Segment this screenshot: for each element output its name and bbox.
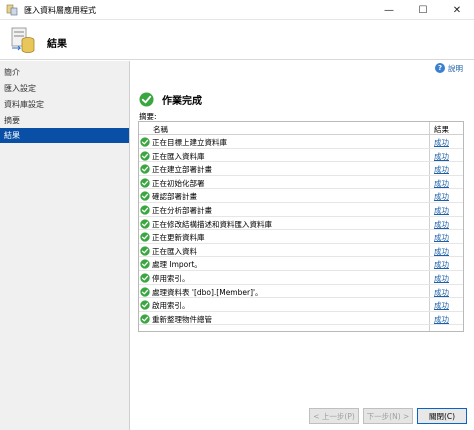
row-result-link[interactable]: 成功 xyxy=(434,246,449,257)
row-name: 重新整理物件總管 xyxy=(152,314,212,324)
sidebar-item-summary[interactable]: 摘要 xyxy=(0,113,129,128)
success-check-icon xyxy=(140,314,150,324)
close-button[interactable]: ✕ xyxy=(440,0,474,20)
table-header: 名稱 結果 xyxy=(139,122,463,135)
window-title: 匯入資料層應用程式 xyxy=(24,6,96,15)
page-header: 結果 xyxy=(0,20,474,60)
status-title: 作業完成 xyxy=(162,96,202,107)
success-check-icon xyxy=(140,137,150,147)
page-title: 結果 xyxy=(47,39,67,50)
results-table: 名稱 結果 正在目標上建立資料庫 成功 正在匯入資料庫 成功 正在建立部署計畫 成功 正在初… xyxy=(138,121,464,332)
row-name: 啟用索引。 xyxy=(152,301,190,311)
success-check-icon xyxy=(140,286,150,297)
table-row: 正在初始化部署 成功 xyxy=(139,176,463,190)
operation-status: 作業完成 xyxy=(139,92,202,107)
row-name: 處理資料表 '[dbo].[Member]'。 xyxy=(152,287,263,297)
minimize-button[interactable]: — xyxy=(372,0,406,20)
row-result-link[interactable]: 成功 xyxy=(434,205,449,216)
database-import-icon xyxy=(11,27,35,53)
wizard-footer: < 上一步(P) 下一步(N) > 關閉(C) xyxy=(130,398,474,430)
table-row: 確認部署計畫 成功 xyxy=(139,189,463,203)
row-name: 正在匯入資料庫 xyxy=(152,151,205,161)
row-result-link[interactable]: 成功 xyxy=(434,314,449,325)
maximize-button[interactable]: ☐ xyxy=(406,0,440,20)
row-result-link[interactable]: 成功 xyxy=(434,191,449,202)
row-name: 處理 Import。 xyxy=(152,260,202,270)
success-check-icon xyxy=(140,205,150,215)
table-row: 正在目標上建立資料庫 成功 xyxy=(139,135,463,149)
close-wizard-button[interactable]: 關閉(C) xyxy=(417,408,467,424)
row-name: 正在初始化部署 xyxy=(152,178,205,188)
success-check-icon xyxy=(139,92,154,107)
row-result-link[interactable]: 成功 xyxy=(434,151,449,162)
success-check-icon xyxy=(140,300,150,310)
table-row: 正在匯入資料 成功 xyxy=(139,244,463,258)
row-result-link[interactable]: 成功 xyxy=(434,287,449,298)
row-name: 正在分析部署計畫 xyxy=(152,206,212,215)
success-check-icon xyxy=(140,232,150,242)
table-row: 正在修改結構描述和資料匯入資料庫 成功 xyxy=(139,217,463,231)
success-check-icon xyxy=(140,178,150,188)
row-name: 確認部署計畫 xyxy=(152,192,197,202)
sidebar-item-database-settings[interactable]: 資料庫設定 xyxy=(0,97,129,112)
column-header-result[interactable]: 結果 xyxy=(434,124,449,135)
row-result-link[interactable]: 成功 xyxy=(434,164,449,175)
success-check-icon xyxy=(140,218,150,229)
sidebar-item-results[interactable]: 結果 xyxy=(0,128,129,143)
table-row: 處理 Import。 成功 xyxy=(139,257,463,271)
row-result-link[interactable]: 成功 xyxy=(434,137,449,148)
success-check-icon xyxy=(140,273,150,283)
row-result-link[interactable]: 成功 xyxy=(434,273,449,284)
row-name: 正在目標上建立資料庫 xyxy=(152,138,227,147)
help-label: 說明 xyxy=(448,63,463,73)
table-row: 正在建立部署計畫 成功 xyxy=(139,162,463,176)
table-row: 正在匯入資料庫 成功 xyxy=(139,149,463,163)
column-header-name[interactable]: 名稱 xyxy=(153,124,168,135)
row-name: 停用索引。 xyxy=(152,274,190,283)
row-result-link[interactable]: 成功 xyxy=(434,219,449,230)
help-link[interactable]: ? 說明 xyxy=(435,62,463,74)
row-name: 正在修改結構描述和資料匯入資料庫 xyxy=(152,219,272,229)
row-name: 正在建立部署計畫 xyxy=(152,165,212,175)
row-result-link[interactable]: 成功 xyxy=(434,259,449,270)
title-bar: 匯入資料層應用程式 — ☐ ✕ xyxy=(0,0,474,20)
success-check-icon xyxy=(140,164,150,174)
row-name: 正在匯入資料 xyxy=(152,246,197,256)
table-row: 正在更新資料庫 成功 xyxy=(139,230,463,244)
previous-button[interactable]: < 上一步(P) xyxy=(309,408,359,424)
app-icon xyxy=(6,4,18,16)
success-check-icon xyxy=(140,246,150,256)
success-check-icon xyxy=(140,191,150,202)
table-row: 啟用索引。 成功 xyxy=(139,298,463,312)
row-result-link[interactable]: 成功 xyxy=(434,300,449,311)
table-row: 重新整理物件總管 成功 xyxy=(139,312,463,326)
row-result-link[interactable]: 成功 xyxy=(434,178,449,189)
table-row: 正在分析部署計畫 成功 xyxy=(139,203,463,217)
row-result-link[interactable]: 成功 xyxy=(434,232,449,243)
help-icon: ? xyxy=(435,63,445,73)
wizard-sidebar: 簡介 匯入設定 資料庫設定 摘要 結果 xyxy=(0,61,130,430)
row-name: 正在更新資料庫 xyxy=(152,233,205,243)
table-row: 停用索引。 成功 xyxy=(139,271,463,285)
success-check-icon xyxy=(140,259,150,270)
sidebar-item-import-settings[interactable]: 匯入設定 xyxy=(0,81,129,96)
success-check-icon xyxy=(140,150,150,161)
table-row: 處理資料表 '[dbo].[Member]'。 成功 xyxy=(139,285,463,299)
sidebar-item-intro[interactable]: 簡介 xyxy=(0,65,129,80)
next-button[interactable]: 下一步(N) > xyxy=(363,408,413,424)
